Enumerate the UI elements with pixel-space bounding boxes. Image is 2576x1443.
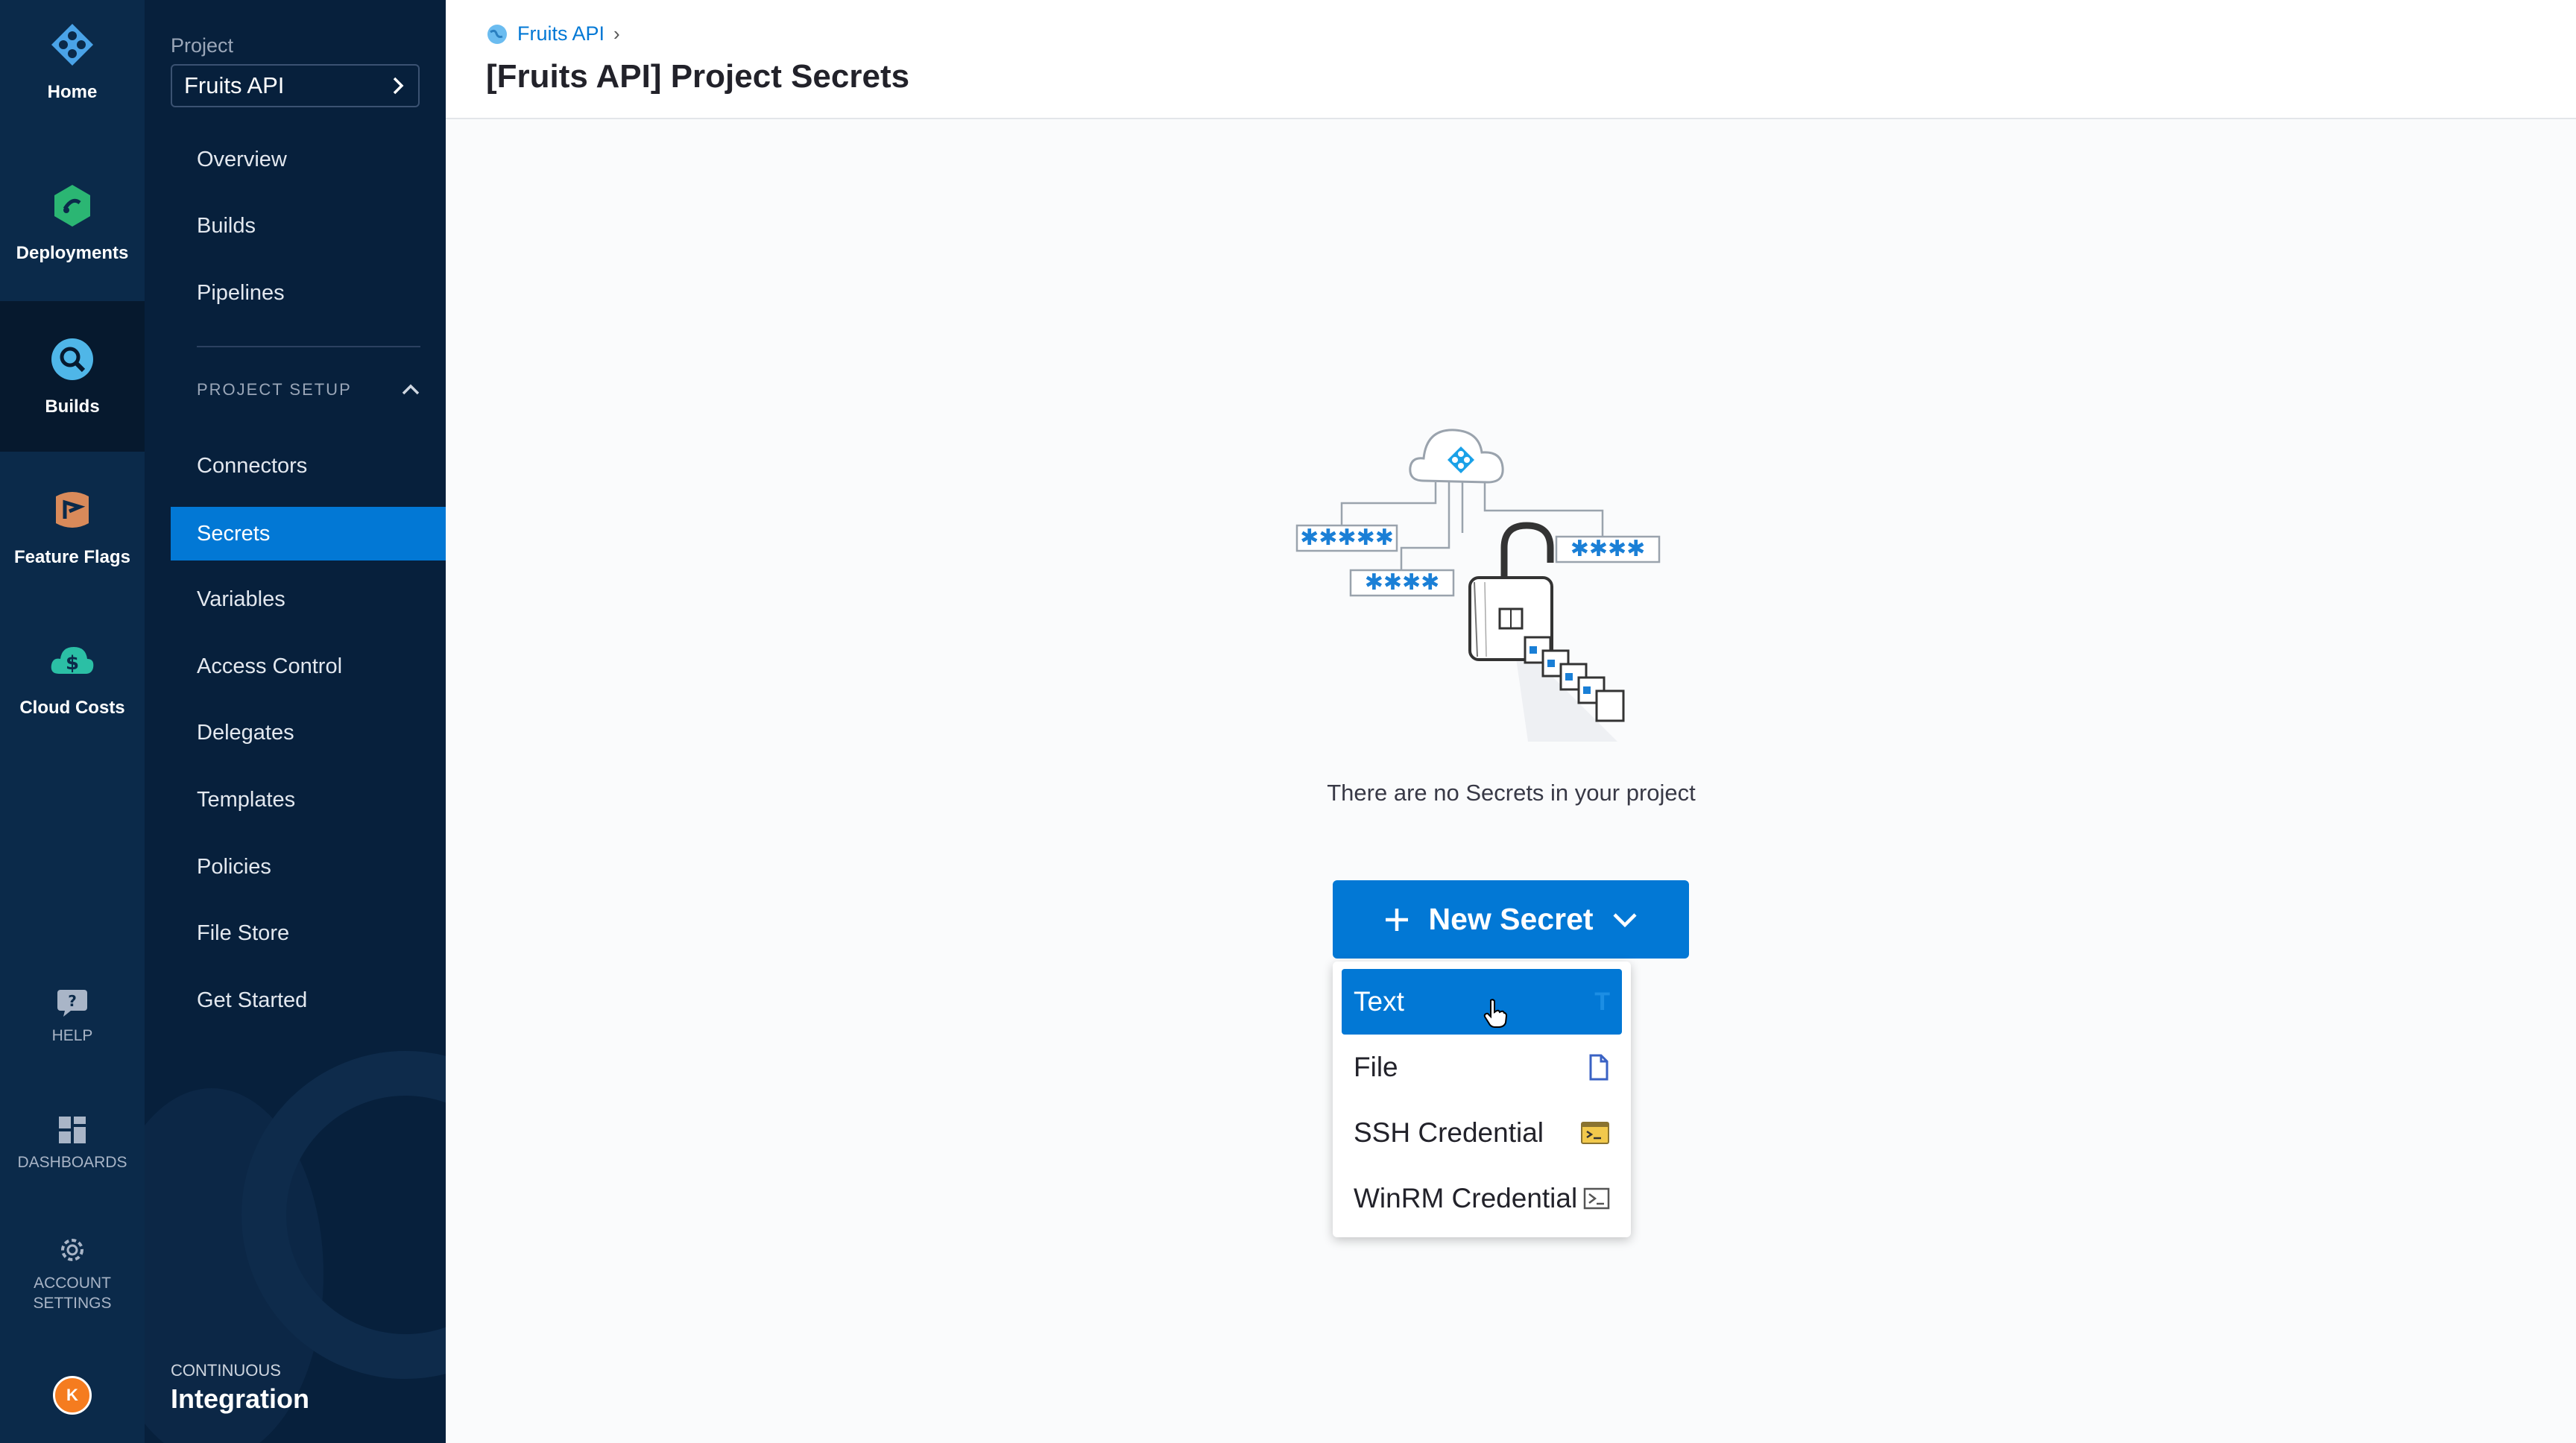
avatar[interactable]: K bbox=[53, 1376, 92, 1415]
new-secret-menu: Text T File SSH Credential WinRM Credent… bbox=[1333, 962, 1631, 1237]
account-settings-label-2: SETTINGS bbox=[33, 1295, 112, 1312]
rail-builds-label: Builds bbox=[45, 397, 100, 417]
module-type-label: CONTINUOUS bbox=[171, 1361, 281, 1380]
help-icon: ? bbox=[57, 990, 87, 1017]
rail-deployments[interactable]: Deployments bbox=[0, 148, 145, 298]
menu-item-ssh-label: SSH Credential bbox=[1354, 1117, 1544, 1148]
svg-text:$: $ bbox=[66, 652, 79, 675]
deployments-icon bbox=[54, 185, 90, 227]
builds-icon bbox=[51, 338, 93, 380]
chevron-down-icon bbox=[1612, 912, 1637, 927]
svg-text:✱✱✱✱✱: ✱✱✱✱✱ bbox=[1300, 525, 1394, 551]
feature-flags-icon bbox=[56, 492, 89, 528]
sidebar-divider bbox=[197, 346, 420, 347]
rail-builds[interactable]: Builds bbox=[0, 301, 145, 452]
rail-feature-flags-label: Feature Flags bbox=[13, 547, 131, 567]
module-rail: Home Deployments Builds Feature Flags $ … bbox=[0, 0, 145, 1443]
sidebar-item-access-control[interactable]: Access Control bbox=[171, 640, 446, 693]
project-selector[interactable]: Fruits API bbox=[171, 64, 420, 107]
menu-item-winrm-credential[interactable]: WinRM Credential bbox=[1342, 1166, 1622, 1231]
chevron-up-icon bbox=[402, 384, 420, 395]
secrets-empty-illustration: ✱✱✱✱✱ ✱✱✱✱ ✱✱✱✱ bbox=[1295, 429, 1661, 742]
sidebar-item-pipelines[interactable]: Pipelines bbox=[171, 266, 446, 320]
sidebar-item-templates[interactable]: Templates bbox=[171, 773, 446, 827]
sidebar-item-get-started[interactable]: Get Started bbox=[171, 973, 446, 1027]
help-label: HELP bbox=[51, 1027, 93, 1044]
project-setup-title: PROJECT SETUP bbox=[197, 380, 352, 399]
project-label: Project bbox=[171, 34, 234, 57]
harness-logo-icon bbox=[51, 24, 93, 66]
sidebar-item-variables[interactable]: Variables bbox=[171, 572, 446, 626]
new-secret-button[interactable]: New Secret bbox=[1333, 880, 1689, 959]
rail-home[interactable]: Home bbox=[0, 0, 145, 124]
text-type-icon: T bbox=[1594, 987, 1610, 1016]
page-header: Fruits API › [Fruits API] Project Secret… bbox=[446, 0, 2576, 119]
sidebar-item-policies[interactable]: Policies bbox=[171, 840, 446, 894]
svg-text:?: ? bbox=[68, 992, 77, 1010]
hand-cursor-icon bbox=[1483, 999, 1507, 1028]
rail-cloud-costs[interactable]: $ Cloud Costs bbox=[0, 602, 145, 753]
breadcrumb: Fruits API › bbox=[486, 22, 620, 45]
dashboards-label: DASHBOARDS bbox=[17, 1154, 127, 1171]
menu-item-text[interactable]: Text T bbox=[1342, 969, 1622, 1035]
new-secret-label: New Secret bbox=[1428, 902, 1594, 936]
plus-icon bbox=[1386, 908, 1409, 931]
project-sidebar: Project Fruits API Overview Builds Pipel… bbox=[145, 0, 446, 1443]
sidebar-item-overview[interactable]: Overview bbox=[171, 133, 446, 186]
sidebar-item-builds[interactable]: Builds bbox=[171, 199, 446, 253]
menu-item-ssh-credential[interactable]: SSH Credential bbox=[1342, 1100, 1622, 1166]
sidebar-item-secrets[interactable]: Secrets bbox=[171, 507, 446, 561]
svg-text:✱✱✱✱: ✱✱✱✱ bbox=[1365, 569, 1440, 596]
menu-item-file-label: File bbox=[1354, 1052, 1398, 1082]
project-setup-toggle[interactable]: PROJECT SETUP bbox=[197, 380, 420, 400]
rail-feature-flags[interactable]: Feature Flags bbox=[0, 452, 145, 602]
rail-deployments-label: Deployments bbox=[16, 243, 129, 263]
sidebar-item-file-store[interactable]: File Store bbox=[171, 906, 446, 960]
rail-home-label: Home bbox=[47, 82, 98, 102]
cloud-costs-icon: $ bbox=[51, 647, 94, 675]
empty-state-message: There are no Secrets in your project bbox=[1327, 780, 1696, 806]
ssh-terminal-icon bbox=[1581, 1122, 1609, 1144]
file-icon bbox=[1589, 1054, 1609, 1081]
project-name: Fruits API bbox=[184, 72, 285, 98]
dashboards-icon bbox=[59, 1117, 86, 1143]
sidebar-item-connectors[interactable]: Connectors bbox=[171, 439, 446, 493]
rail-cloud-costs-label: Cloud Costs bbox=[19, 698, 125, 718]
breadcrumb-project-link[interactable]: Fruits API bbox=[517, 22, 604, 45]
dashboards-button[interactable]: DASHBOARDS bbox=[0, 1115, 145, 1172]
gear-icon bbox=[61, 1239, 83, 1261]
winrm-icon bbox=[1583, 1187, 1610, 1210]
menu-item-file[interactable]: File bbox=[1342, 1035, 1622, 1100]
menu-item-winrm-label: WinRM Credential bbox=[1354, 1183, 1578, 1213]
account-settings-label-1: ACCOUNT bbox=[34, 1275, 111, 1292]
breadcrumb-separator-icon: › bbox=[613, 22, 620, 45]
svg-text:✱✱✱✱: ✱✱✱✱ bbox=[1570, 536, 1646, 562]
sidebar-item-delegates[interactable]: Delegates bbox=[171, 706, 446, 760]
help-button[interactable]: ? HELP bbox=[0, 988, 145, 1046]
page-title: [Fruits API] Project Secrets bbox=[486, 58, 910, 95]
project-globe-icon bbox=[487, 24, 507, 44]
menu-item-text-label: Text bbox=[1354, 986, 1404, 1017]
chevron-right-icon bbox=[393, 77, 404, 95]
account-settings-button[interactable]: ACCOUNT SETTINGS bbox=[0, 1234, 145, 1313]
module-name: Integration bbox=[171, 1383, 309, 1414]
